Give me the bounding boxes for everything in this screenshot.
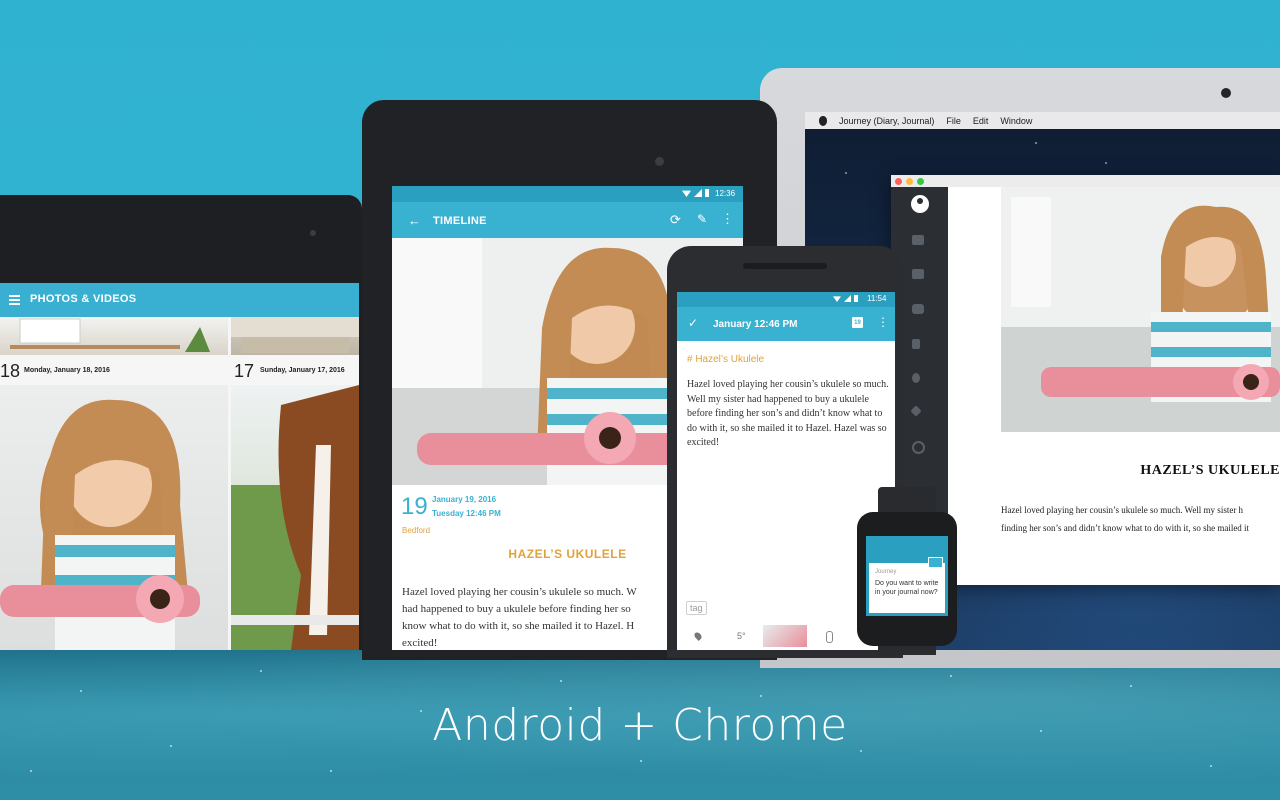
maximize-window-icon[interactable] bbox=[917, 178, 924, 185]
photo-thumbnail[interactable] bbox=[231, 317, 359, 355]
laptop-camera bbox=[1221, 88, 1231, 98]
minimize-window-icon[interactable] bbox=[906, 178, 913, 185]
location-pin-icon[interactable] bbox=[693, 631, 703, 641]
editor-date-title[interactable]: January 12:46 PM bbox=[713, 319, 798, 330]
more-vert-icon[interactable]: ⋮ bbox=[877, 315, 889, 329]
calendar-icon[interactable] bbox=[912, 269, 926, 281]
menu-window[interactable]: Window bbox=[1000, 116, 1032, 126]
tablet-camera bbox=[655, 157, 664, 166]
edit-pencil-icon[interactable]: ✎ bbox=[697, 212, 707, 226]
photo-thumbnail[interactable] bbox=[231, 385, 359, 650]
day-number: 18 bbox=[0, 361, 21, 381]
menu-app-name[interactable]: Journey (Diary, Journal) bbox=[839, 116, 934, 126]
day-number: 17 bbox=[234, 361, 255, 381]
check-icon[interactable]: ✓ bbox=[688, 316, 698, 330]
flag-icon[interactable] bbox=[912, 339, 926, 351]
battery-icon bbox=[854, 295, 858, 302]
folder-icon[interactable] bbox=[912, 235, 926, 247]
entry-title: HAZEL’S UKULELE bbox=[1140, 463, 1280, 478]
watch-app-name: Journey bbox=[875, 569, 897, 575]
entry-hashtag: # Hazel’s Ukulele bbox=[687, 354, 765, 365]
entry-location: Bedford bbox=[402, 526, 431, 535]
entry-date: January 19, 2016 bbox=[432, 495, 497, 504]
journal-icon bbox=[928, 557, 943, 568]
mac-menu-bar: Journey (Diary, Journal) File Edit Windo… bbox=[805, 112, 1280, 129]
status-bar: 12:36 bbox=[392, 186, 743, 202]
temperature-label: 5° bbox=[737, 631, 746, 641]
hamburger-menu-icon[interactable] bbox=[9, 295, 20, 305]
entry-photo bbox=[1001, 187, 1280, 432]
signal-icon bbox=[694, 189, 702, 197]
menu-edit[interactable]: Edit bbox=[973, 116, 989, 126]
back-arrow-icon[interactable]: ← bbox=[408, 213, 421, 228]
battery-icon bbox=[705, 189, 709, 197]
photos-title: PHOTOS & VIDEOS bbox=[30, 293, 137, 305]
sync-icon[interactable]: ⟳ bbox=[670, 212, 681, 228]
apple-icon[interactable] bbox=[819, 115, 827, 126]
photo-thumbnail[interactable] bbox=[763, 625, 807, 647]
day-label: Sunday, January 17, 2016 bbox=[260, 367, 345, 374]
wifi-icon bbox=[833, 296, 841, 302]
calendar-icon[interactable]: 19 bbox=[852, 317, 863, 328]
more-vert-icon[interactable]: ⋮ bbox=[721, 211, 734, 227]
day-label: Monday, January 18, 2016 bbox=[24, 367, 110, 374]
signal-icon bbox=[844, 295, 851, 302]
close-window-icon[interactable] bbox=[895, 178, 902, 185]
entry-time: Tuesday 12:46 PM bbox=[432, 509, 501, 518]
watch-prompt: Do you want to write in your journal now… bbox=[875, 580, 939, 596]
status-time: 12:36 bbox=[715, 189, 736, 198]
camera-icon[interactable] bbox=[912, 304, 926, 316]
bulb-icon[interactable] bbox=[912, 373, 926, 385]
tablet-sensor bbox=[310, 230, 316, 236]
attachment-icon[interactable] bbox=[826, 631, 833, 643]
entry-day-number: 19 bbox=[401, 493, 428, 520]
tag-icon[interactable] bbox=[910, 405, 926, 419]
wifi-icon bbox=[682, 190, 691, 197]
profile-icon[interactable] bbox=[911, 195, 929, 213]
entry-body-line: Hazel loved playing her cousin’s ukulele… bbox=[1001, 505, 1244, 515]
tag-chip[interactable]: tag bbox=[686, 601, 707, 615]
window-titlebar bbox=[891, 175, 1280, 187]
photo-thumbnail[interactable] bbox=[0, 385, 228, 650]
entry-body: Hazel loved playing her cousin’s ukulele… bbox=[1001, 501, 1280, 537]
status-time: 11:54 bbox=[867, 294, 887, 303]
status-bar: 11:54 bbox=[677, 292, 895, 307]
platform-caption: Android + Chrome bbox=[432, 700, 848, 751]
phone-speaker bbox=[743, 263, 827, 269]
photo-thumbnail[interactable] bbox=[0, 317, 228, 355]
timeline-title: TIMELINE bbox=[433, 215, 487, 227]
menu-file[interactable]: File bbox=[946, 116, 961, 126]
entry-body-line: finding her son’s and didn’t know what t… bbox=[1001, 523, 1250, 533]
timeline-app-bar: ← TIMELINE ⟳ ✎ ⋮ bbox=[392, 202, 743, 238]
entry-body-editor[interactable]: Hazel loved playing her cousin’s ukulele… bbox=[687, 378, 891, 451]
search-icon[interactable] bbox=[912, 441, 926, 454]
